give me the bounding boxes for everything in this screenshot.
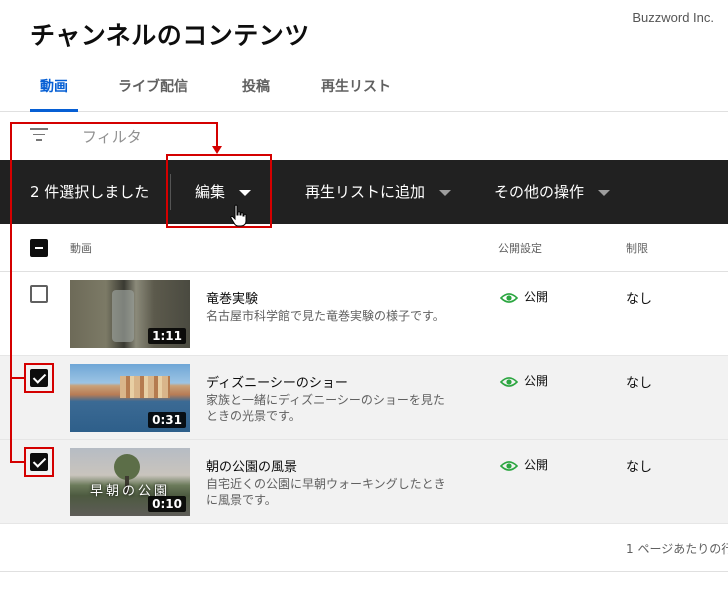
- filter-row: フィルタ: [0, 112, 728, 160]
- annotation-edit-highlight: [166, 154, 272, 228]
- annotation-line: [10, 122, 12, 462]
- header-video[interactable]: 動画: [70, 240, 92, 256]
- tab-bar: 動画 ライブ配信 投稿 再生リスト: [0, 64, 728, 112]
- restriction-cell: なし: [626, 292, 653, 307]
- eye-icon: [500, 460, 518, 471]
- table-row[interactable]: 1:11 竜巻実験 名古屋市科学館で見た竜巻実験の様子です。 公開 なし: [0, 272, 728, 356]
- video-thumbnail[interactable]: 1:11: [70, 280, 190, 348]
- tab-videos[interactable]: 動画: [40, 76, 68, 96]
- annotation-checkbox-highlight: [24, 363, 54, 393]
- more-actions-button[interactable]: その他の操作: [494, 181, 611, 202]
- video-description: 自宅近くの公園に早朝ウォーキングしたときに風景です。: [206, 477, 446, 507]
- annotation-line: [216, 122, 218, 146]
- row-checkbox[interactable]: [30, 285, 48, 303]
- visibility-cell[interactable]: 公開: [500, 456, 548, 473]
- page-title: チャンネルのコンテンツ: [30, 21, 310, 50]
- video-title[interactable]: ディズニーシーのショー: [206, 372, 348, 391]
- restriction-cell: なし: [626, 460, 653, 475]
- more-actions-label: その他の操作: [494, 183, 585, 201]
- rows-per-page-label: 1 ページあたりの行: [626, 542, 728, 556]
- table-row[interactable]: 0:31 ディズニーシーのショー 家族と一緒にディズニーシーのショーを見たときの…: [0, 356, 728, 440]
- annotation-line: [10, 122, 218, 124]
- tab-live[interactable]: ライブ配信: [118, 76, 188, 96]
- table-footer: 1 ページあたりの行: [0, 524, 728, 572]
- video-title[interactable]: 竜巻実験: [206, 288, 258, 307]
- add-to-playlist-label: 再生リストに追加: [305, 183, 426, 201]
- watermark: Buzzword Inc.: [632, 10, 714, 25]
- header-visibility[interactable]: 公開設定: [498, 240, 542, 256]
- duration-badge: 1:11: [148, 328, 186, 344]
- visibility-label: 公開: [524, 374, 549, 388]
- caret-down-icon: [439, 189, 452, 196]
- video-thumbnail[interactable]: 0:31: [70, 364, 190, 432]
- tab-posts[interactable]: 投稿: [242, 76, 270, 96]
- header-restrictions[interactable]: 制限: [626, 240, 648, 256]
- filter-icon[interactable]: [30, 128, 48, 144]
- hand-cursor-icon: [230, 204, 247, 227]
- visibility-cell[interactable]: 公開: [500, 372, 548, 389]
- selected-count: 2 件選択しました: [30, 183, 150, 201]
- eye-icon: [500, 292, 518, 303]
- caret-down-icon: [598, 189, 611, 196]
- restriction-cell: なし: [626, 376, 653, 391]
- annotation-line: [10, 461, 24, 463]
- eye-icon: [500, 376, 518, 387]
- duration-badge: 0:31: [148, 412, 186, 428]
- visibility-label: 公開: [524, 458, 549, 472]
- table-row[interactable]: 早朝の公園 0:10 朝の公園の風景 自宅近くの公園に早朝ウォーキングしたときに…: [0, 440, 728, 524]
- duration-badge: 0:10: [148, 496, 186, 512]
- table-header: 動画 公開設定 制限: [0, 224, 728, 272]
- select-all-checkbox[interactable]: [30, 239, 48, 257]
- video-thumbnail[interactable]: 早朝の公園 0:10: [70, 448, 190, 516]
- annotation-checkbox-highlight: [24, 447, 54, 477]
- annotation-arrow-icon: [212, 146, 222, 154]
- visibility-label: 公開: [524, 290, 549, 304]
- video-title[interactable]: 朝の公園の風景: [206, 456, 297, 475]
- tab-playlists[interactable]: 再生リスト: [321, 76, 391, 96]
- annotation-line: [10, 377, 24, 379]
- bulk-action-bar: 2 件選択しました 編集 再生リストに追加 その他の操作: [0, 160, 728, 224]
- video-description: 名古屋市科学館で見た竜巻実験の様子です。: [206, 309, 445, 323]
- video-description: 家族と一緒にディズニーシーのショーを見たときの光景です。: [206, 393, 445, 423]
- filter-input[interactable]: フィルタ: [82, 126, 142, 147]
- add-to-playlist-button[interactable]: 再生リストに追加: [305, 181, 452, 202]
- visibility-cell[interactable]: 公開: [500, 288, 548, 305]
